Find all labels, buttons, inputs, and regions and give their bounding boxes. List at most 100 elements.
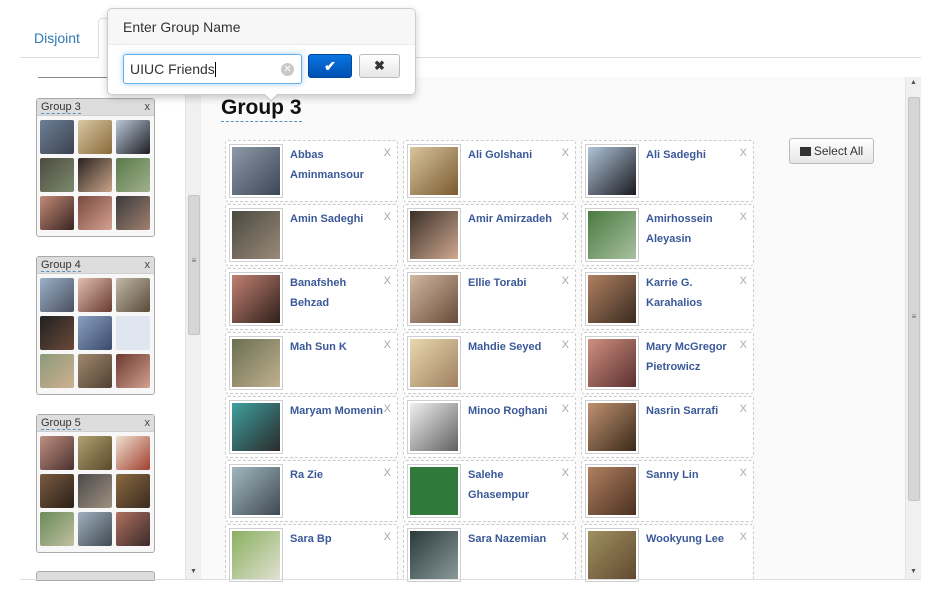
friend-name[interactable]: Nasrin Sarrafi: [646, 401, 741, 421]
group-card-label[interactable]: Group 5: [41, 417, 81, 430]
select-all-button[interactable]: Select All: [789, 138, 874, 164]
group-name-input[interactable]: UIUC Friends ✕: [123, 54, 302, 84]
friend-photo: [585, 272, 639, 326]
friend-photo: [229, 336, 283, 390]
group-title[interactable]: Group 3: [221, 95, 302, 122]
friend-name[interactable]: Ali Golshani: [468, 145, 563, 165]
main-scroll-thumb[interactable]: ≡: [908, 97, 920, 501]
clear-circle-icon[interactable]: ✕: [281, 63, 294, 76]
friend-card[interactable]: Amirhossein Aleyasin X: [581, 204, 754, 266]
group-close-button[interactable]: x: [145, 99, 151, 116]
friend-photo-image: [588, 403, 636, 451]
friend-card[interactable]: Ali Golshani X: [403, 140, 576, 202]
friend-name[interactable]: Maryam Momenin: [290, 401, 385, 421]
friend-card[interactable]: Ra Zie X: [225, 460, 398, 522]
friend-name[interactable]: Banafsheh Behzad: [290, 273, 385, 313]
cancel-button[interactable]: ✖: [359, 54, 400, 78]
group-close-button[interactable]: x: [145, 257, 151, 274]
friend-name[interactable]: Mah Sun K: [290, 337, 385, 357]
friend-name[interactable]: Salehe Ghasempur: [468, 465, 563, 505]
friend-card[interactable]: Sara Nazemian X: [403, 524, 576, 582]
friend-name[interactable]: Mahdie Seyed: [468, 337, 563, 357]
friend-photo: [407, 464, 461, 518]
friend-name[interactable]: Sara Nazemian: [468, 529, 563, 549]
scroll-down-arrow-icon[interactable]: ▼: [186, 568, 201, 575]
friend-card[interactable]: Wookyung Lee X: [581, 524, 754, 582]
remove-friend-button[interactable]: X: [384, 403, 391, 415]
scroll-up-arrow-icon[interactable]: ▲: [906, 79, 921, 86]
remove-friend-button[interactable]: X: [562, 211, 569, 223]
tab-disjoint[interactable]: Disjoint: [34, 18, 80, 58]
friend-name[interactable]: Amin Sadeghi: [290, 209, 385, 229]
remove-friend-button[interactable]: X: [740, 467, 747, 479]
friend-name[interactable]: Ra Zie: [290, 465, 385, 485]
friend-name[interactable]: Sanny Lin: [646, 465, 741, 485]
group-thumbnails: [37, 274, 154, 388]
friend-photo-image: [232, 403, 280, 451]
group-card-label[interactable]: Group 3: [41, 101, 81, 114]
remove-friend-button[interactable]: X: [562, 275, 569, 287]
friend-card[interactable]: Abbas Aminmansour X: [225, 140, 398, 202]
friend-card[interactable]: Amin Sadeghi X: [225, 204, 398, 266]
group-name-popover: Enter Group Name UIUC Friends ✕ ✔ ✖: [107, 8, 416, 102]
remove-friend-button[interactable]: X: [562, 147, 569, 159]
friend-card[interactable]: Ali Sadeghi X: [581, 140, 754, 202]
member-thumbnail: [40, 316, 74, 350]
remove-friend-button[interactable]: X: [740, 275, 747, 287]
remove-friend-button[interactable]: X: [740, 403, 747, 415]
member-thumbnail: [116, 196, 150, 230]
sidebar-scrollbar[interactable]: ▲ ≡ ▼: [185, 77, 201, 579]
remove-friend-button[interactable]: X: [384, 211, 391, 223]
friend-card[interactable]: Ellie Torabi X: [403, 268, 576, 330]
remove-friend-button[interactable]: X: [384, 467, 391, 479]
friend-photo-image: [410, 147, 458, 195]
friend-name[interactable]: Amir Amirzadeh: [468, 209, 563, 229]
friend-card[interactable]: Salehe Ghasempur X: [403, 460, 576, 522]
member-thumbnail: [40, 354, 74, 388]
member-thumbnail: [78, 436, 112, 470]
friend-card[interactable]: Sara Bp X: [225, 524, 398, 582]
member-thumbnail: [40, 120, 74, 154]
remove-friend-button[interactable]: X: [562, 339, 569, 351]
main-scrollbar[interactable]: ▲ ≡ ▼: [905, 77, 921, 579]
group-close-button[interactable]: x: [145, 415, 151, 432]
group-card-3[interactable]: Group 3 x: [36, 98, 155, 237]
remove-friend-button[interactable]: X: [384, 531, 391, 543]
friend-name[interactable]: Minoo Roghani: [468, 401, 563, 421]
remove-friend-button[interactable]: X: [384, 339, 391, 351]
friend-card[interactable]: Mary McGregor Pietrowicz X: [581, 332, 754, 394]
grip-icon: ≡: [191, 256, 197, 265]
remove-friend-button[interactable]: X: [562, 531, 569, 543]
remove-friend-button[interactable]: X: [384, 147, 391, 159]
sidebar-scroll-thumb[interactable]: ≡: [188, 195, 200, 335]
remove-friend-button[interactable]: X: [740, 147, 747, 159]
friend-name[interactable]: Sara Bp: [290, 529, 385, 549]
friend-name[interactable]: Amirhossein Aleyasin: [646, 209, 741, 249]
friend-card[interactable]: Mahdie Seyed X: [403, 332, 576, 394]
friend-card[interactable]: Mah Sun KX: [225, 332, 398, 394]
remove-friend-button[interactable]: X: [740, 211, 747, 223]
group-card-4[interactable]: Group 4 x: [36, 256, 155, 395]
confirm-button[interactable]: ✔: [308, 54, 352, 78]
friend-card[interactable]: Amir Amirzadeh X: [403, 204, 576, 266]
friend-card[interactable]: Minoo Roghani X: [403, 396, 576, 458]
group-card-5[interactable]: Group 5 x: [36, 414, 155, 553]
friend-name[interactable]: Wookyung Lee: [646, 529, 741, 549]
remove-friend-button[interactable]: X: [740, 531, 747, 543]
scroll-down-arrow-icon[interactable]: ▼: [906, 568, 921, 575]
friend-card[interactable]: Sanny Lin X: [581, 460, 754, 522]
friend-card[interactable]: Maryam Momenin X: [225, 396, 398, 458]
remove-friend-button[interactable]: X: [384, 275, 391, 287]
friend-card[interactable]: Banafsheh Behzad X: [225, 268, 398, 330]
friend-name[interactable]: Abbas Aminmansour: [290, 145, 385, 185]
friend-name[interactable]: Karrie G. Karahalios: [646, 273, 741, 313]
remove-friend-button[interactable]: X: [740, 339, 747, 351]
remove-friend-button[interactable]: X: [562, 467, 569, 479]
friend-name[interactable]: Mary McGregor Pietrowicz: [646, 337, 741, 377]
friend-card[interactable]: Nasrin Sarrafi X: [581, 396, 754, 458]
friend-name[interactable]: Ellie Torabi: [468, 273, 563, 293]
friend-name[interactable]: Ali Sadeghi: [646, 145, 741, 165]
remove-friend-button[interactable]: X: [562, 403, 569, 415]
friend-card[interactable]: Karrie G. Karahalios X: [581, 268, 754, 330]
group-card-label[interactable]: Group 4: [41, 259, 81, 272]
